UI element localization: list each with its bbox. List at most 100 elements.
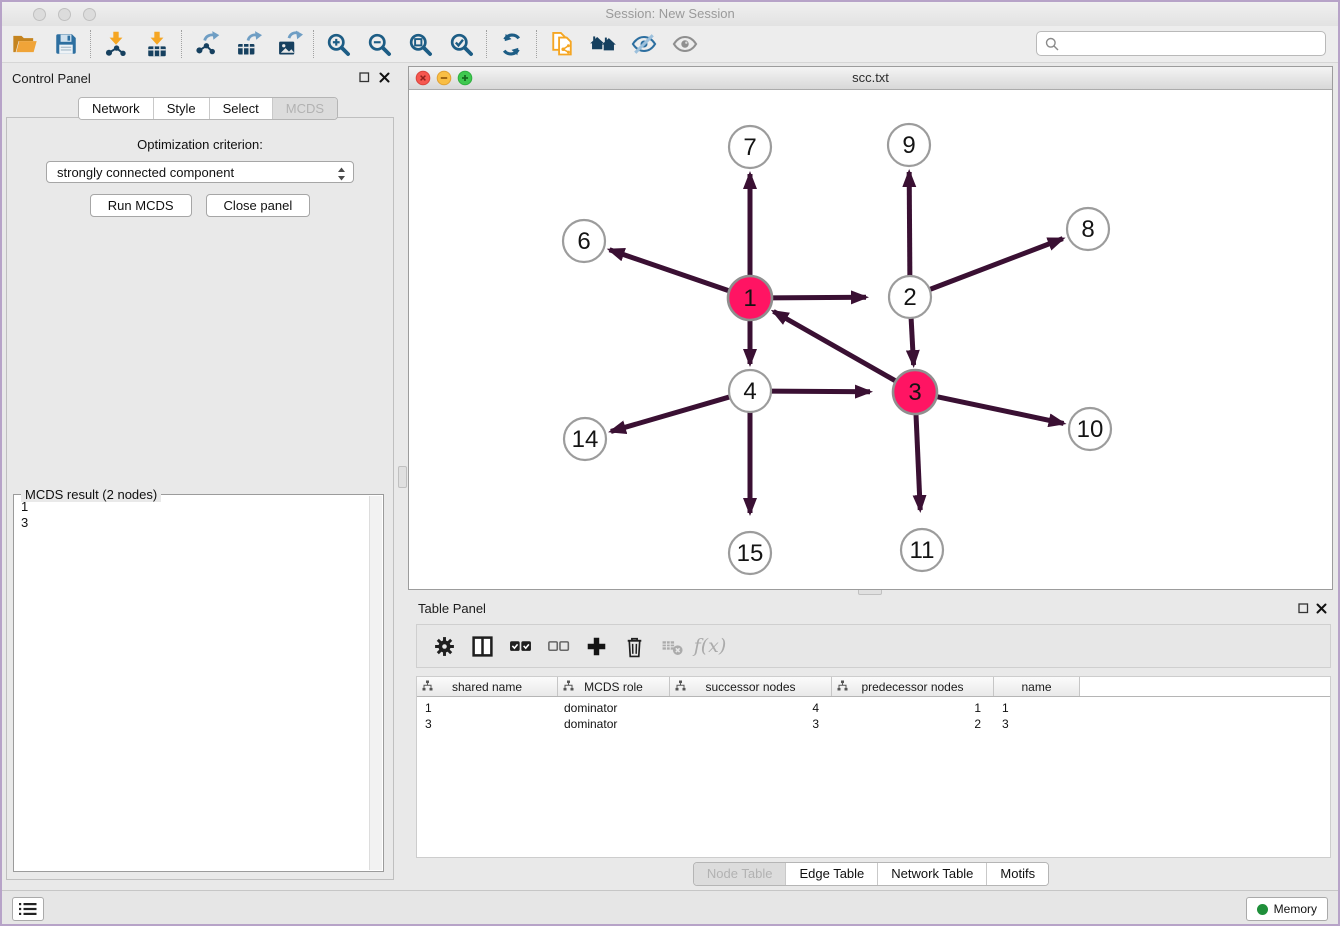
column-header-predecessor-nodes[interactable]: predecessor nodes: [832, 677, 994, 696]
graph-node-15[interactable]: 15: [729, 532, 771, 574]
tab-network-table[interactable]: Network Table: [878, 863, 987, 885]
graph-edge-4-14[interactable]: [611, 397, 731, 432]
graph-edge-2-8[interactable]: [929, 239, 1063, 290]
table-cell[interactable]: 1: [832, 700, 994, 716]
table-cell[interactable]: dominator: [558, 716, 670, 732]
column-header-name[interactable]: name: [994, 677, 1080, 696]
result-scrollbar[interactable]: [369, 496, 382, 870]
graph-node-9[interactable]: 9: [888, 124, 930, 166]
close-table-panel-button[interactable]: [1315, 602, 1328, 615]
graph-node-8[interactable]: 8: [1067, 208, 1109, 250]
run-mcds-button[interactable]: Run MCDS: [90, 194, 192, 217]
toggle-columns-button[interactable]: [463, 628, 501, 664]
vertical-splitter-grip[interactable]: [398, 466, 407, 488]
toolbar-separator: [486, 30, 487, 58]
import-table-button[interactable]: [136, 28, 177, 60]
graph-node-1[interactable]: 1: [728, 276, 772, 320]
graph-node-14[interactable]: 14: [564, 418, 606, 460]
table-row[interactable]: 3dominator323: [417, 716, 1330, 732]
maximize-network-button[interactable]: [458, 71, 472, 85]
graph-edge-1-2[interactable]: [770, 297, 866, 298]
search-input[interactable]: [1065, 35, 1325, 52]
control-panel: Control Panel Network Style Select MCDS …: [2, 62, 400, 890]
table-cell[interactable]: 1: [417, 700, 558, 716]
tab-motifs[interactable]: Motifs: [987, 863, 1048, 885]
table-settings-button[interactable]: [425, 628, 463, 664]
tab-network[interactable]: Network: [79, 98, 154, 119]
table-cell[interactable]: 1: [994, 700, 1080, 716]
show-details-eye-icon: [671, 30, 699, 58]
table-row[interactable]: 1dominator411: [417, 700, 1330, 716]
tab-edge-table[interactable]: Edge Table: [786, 863, 878, 885]
float-panel-button[interactable]: [358, 71, 371, 84]
show-details-button[interactable]: [664, 28, 705, 60]
mcds-result-text[interactable]: 1 3: [15, 496, 369, 870]
attribute-tree-icon: [422, 680, 433, 694]
graph-edge-3-1[interactable]: [773, 311, 897, 382]
graph-edge-1-6[interactable]: [610, 250, 732, 292]
graph-edge-3-10[interactable]: [935, 396, 1064, 423]
select-all-button[interactable]: [501, 628, 539, 664]
delete-table-icon: [661, 635, 684, 658]
export-table-button[interactable]: [227, 28, 268, 60]
graph-node-3[interactable]: 3: [893, 370, 937, 414]
graph-edge-4-3[interactable]: [770, 391, 870, 392]
zoom-in-button[interactable]: [318, 28, 359, 60]
tab-node-table[interactable]: Node Table: [694, 863, 787, 885]
network-canvas[interactable]: 7 9 6 8 1 2 4 3 14 10 15 11: [409, 89, 1332, 589]
zoom-out-button[interactable]: [359, 28, 400, 60]
table-cell[interactable]: 3: [417, 716, 558, 732]
graph-node-4[interactable]: 4: [729, 370, 771, 412]
close-panel-button[interactable]: [378, 71, 391, 84]
zoom-selected-button[interactable]: [441, 28, 482, 60]
zoom-selected-icon: [448, 31, 475, 58]
tab-style[interactable]: Style: [154, 98, 210, 119]
delete-table-button[interactable]: [653, 628, 691, 664]
refresh-layout-button[interactable]: [491, 28, 532, 60]
graph-edge-2-3[interactable]: [911, 317, 914, 365]
first-neighbors-button[interactable]: [541, 28, 582, 60]
graph-node-11[interactable]: 11: [901, 529, 943, 571]
table-cell[interactable]: 3: [670, 716, 832, 732]
graph-node-7[interactable]: 7: [729, 126, 771, 168]
table-cell[interactable]: 3: [994, 716, 1080, 732]
homes-button[interactable]: [582, 28, 623, 60]
graph-node-6[interactable]: 6: [563, 220, 605, 262]
close-panel-button-mcds[interactable]: Close panel: [206, 194, 311, 217]
attribute-tree-icon: [675, 680, 686, 694]
graph-edge-2-9[interactable]: [909, 172, 910, 277]
table-cell[interactable]: 4: [670, 700, 832, 716]
delete-row-button[interactable]: [615, 628, 653, 664]
export-network-button[interactable]: [186, 28, 227, 60]
close-icon: [1316, 603, 1327, 614]
hide-details-button[interactable]: [623, 28, 664, 60]
column-header-shared-name[interactable]: shared name: [417, 677, 558, 696]
graph-node-10[interactable]: 10: [1069, 408, 1111, 450]
function-builder-button[interactable]: f(x): [691, 628, 729, 664]
task-history-button[interactable]: [12, 897, 44, 921]
table-cell[interactable]: 2: [832, 716, 994, 732]
graph-node-label: 15: [737, 540, 764, 567]
add-row-button[interactable]: [577, 628, 615, 664]
column-header-MCDS-role[interactable]: MCDS role: [558, 677, 670, 696]
import-network-button[interactable]: [95, 28, 136, 60]
open-file-button[interactable]: [4, 28, 45, 60]
export-image-button[interactable]: [268, 28, 309, 60]
graph-edge-3-11[interactable]: [916, 412, 920, 510]
search-icon: [1045, 37, 1059, 51]
table-cell[interactable]: dominator: [558, 700, 670, 716]
tab-select[interactable]: Select: [210, 98, 273, 119]
close-network-button[interactable]: [416, 71, 430, 85]
zoom-fit-button[interactable]: [400, 28, 441, 60]
deselect-all-button[interactable]: [539, 628, 577, 664]
import-network-icon: [102, 30, 130, 58]
optimization-criterion-select[interactable]: strongly connected component: [46, 161, 354, 183]
minimize-network-button[interactable]: [437, 71, 451, 85]
network-window-titlebar[interactable]: scc.txt: [409, 67, 1332, 90]
float-table-panel-button[interactable]: [1297, 602, 1310, 615]
tab-mcds[interactable]: MCDS: [273, 98, 337, 119]
graph-node-2[interactable]: 2: [889, 276, 931, 318]
memory-button[interactable]: Memory: [1246, 897, 1328, 921]
column-header-successor-nodes[interactable]: successor nodes: [670, 677, 832, 696]
save-session-button[interactable]: [45, 28, 86, 60]
